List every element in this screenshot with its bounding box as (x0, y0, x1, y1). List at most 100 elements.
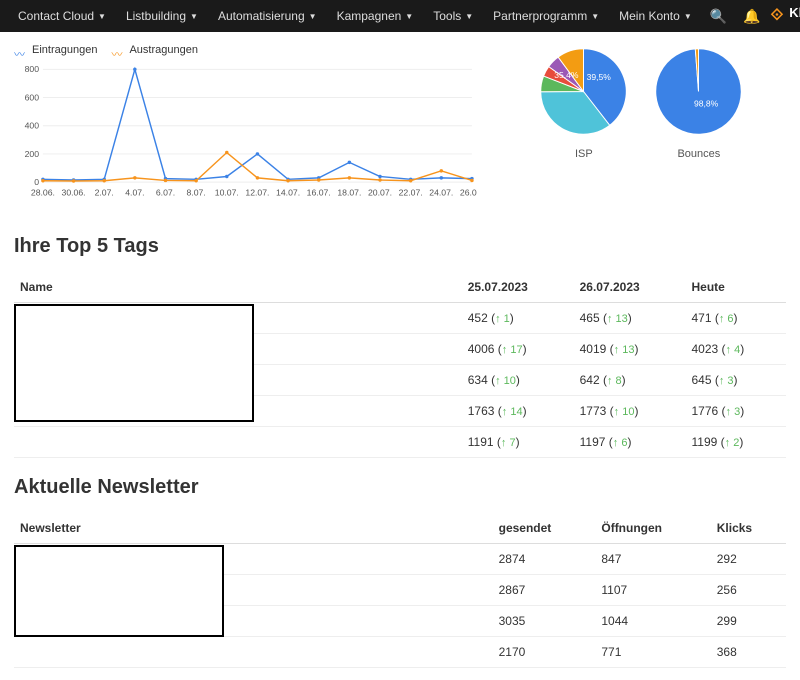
cell-clicks: 292 (711, 544, 786, 575)
table-row[interactable]: 2170771368 (14, 637, 786, 668)
cell-d2: 465 (↑ 13) (574, 303, 686, 334)
redaction-box (14, 304, 254, 422)
line-chart: 0 200 400 600 800 28.06. 30.06. 2.07. 4.07. 6.07.… (14, 62, 477, 202)
cell-opens: 771 (595, 637, 710, 668)
cell-name (14, 637, 493, 668)
pie-isp-label: ISP (536, 148, 631, 160)
th-opens: Öffnungen (595, 513, 710, 544)
nav-listbuilding[interactable]: Listbuilding▼ (118, 9, 206, 23)
svg-text:35,4%: 35,4% (555, 70, 580, 80)
cell-opens: 1044 (595, 606, 710, 637)
brand-sub: Deluxe (789, 19, 800, 27)
line-swatch-icon: 〰 (14, 46, 28, 54)
cell-name (14, 427, 462, 458)
section-title-tags: Ihre Top 5 Tags (14, 235, 786, 258)
chevron-down-icon: ▼ (405, 12, 413, 21)
cell-d1: 1191 (↑ 7) (462, 427, 574, 458)
redaction-box (14, 545, 224, 637)
svg-text:800: 800 (25, 64, 40, 74)
legend-austragungen: 〰Austragungen (111, 44, 198, 56)
cell-sent: 2867 (493, 575, 596, 606)
th-name: Name (14, 272, 462, 303)
th-d2: 26.07.2023 (574, 272, 686, 303)
cell-clicks: 368 (711, 637, 786, 668)
brand-name: KlickTipp (789, 6, 800, 19)
cell-opens: 847 (595, 544, 710, 575)
cell-d2: 1197 (↑ 6) (574, 427, 686, 458)
chevron-down-icon: ▼ (190, 12, 198, 21)
svg-text:98,8%: 98,8% (694, 99, 719, 109)
svg-text:10.07.: 10.07. (215, 188, 239, 198)
nav-tools[interactable]: Tools▼ (425, 9, 481, 23)
cell-d1: 452 (↑ 1) (462, 303, 574, 334)
svg-text:200: 200 (25, 149, 40, 159)
pie-chart-bounces: 98,8% (651, 44, 746, 139)
chevron-down-icon: ▼ (465, 12, 473, 21)
svg-text:28.06.: 28.06. (31, 188, 55, 198)
table-row[interactable]: 1191 (↑ 7)1197 (↑ 6)1199 (↑ 2) (14, 427, 786, 458)
cell-d1: 1763 (↑ 14) (462, 396, 574, 427)
cell-today: 471 (↑ 6) (686, 303, 787, 334)
svg-text:24.07.: 24.07. (429, 188, 453, 198)
line-swatch-icon: 〰 (111, 46, 125, 54)
nav-partnerprogramm[interactable]: Partnerprogramm▼ (485, 9, 607, 23)
nav-automatisierung[interactable]: Automatisierung▼ (210, 9, 325, 23)
cell-today: 4023 (↑ 4) (686, 334, 787, 365)
chevron-down-icon: ▼ (98, 12, 106, 21)
nav-mein-konto[interactable]: Mein Konto▼ (611, 9, 700, 23)
svg-text:8.07.: 8.07. (187, 188, 206, 198)
chevron-down-icon: ▼ (309, 12, 317, 21)
legend-eintragungen: 〰Eintragungen (14, 44, 97, 56)
cell-sent: 2170 (493, 637, 596, 668)
nav-kampagnen[interactable]: Kampagnen▼ (329, 9, 422, 23)
svg-text:12.07.: 12.07. (245, 188, 269, 198)
cell-opens: 1107 (595, 575, 710, 606)
chevron-down-icon: ▼ (591, 12, 599, 21)
pie-isp: 39,5% 35,4% ISP (536, 44, 631, 160)
svg-text:14.07.: 14.07. (276, 188, 300, 198)
brand-logo-icon: ⟐ (771, 7, 784, 25)
cell-sent: 3035 (493, 606, 596, 637)
svg-text:30.06.: 30.06. (62, 188, 86, 198)
cell-d2: 4019 (↑ 13) (574, 334, 686, 365)
pie-bounces: 98,8% Bounces (651, 44, 746, 160)
chevron-down-icon: ▼ (684, 12, 692, 21)
bell-icon[interactable]: 🔔 (743, 8, 760, 25)
th-sent: gesendet (493, 513, 596, 544)
cell-d2: 1773 (↑ 10) (574, 396, 686, 427)
pie-bounces-label: Bounces (651, 148, 746, 160)
th-d1: 25.07.2023 (462, 272, 574, 303)
cell-today: 1199 (↑ 2) (686, 427, 787, 458)
search-icon[interactable]: 🔍 (710, 8, 727, 25)
cell-sent: 2874 (493, 544, 596, 575)
svg-text:16.07.: 16.07. (307, 188, 331, 198)
svg-text:22.07.: 22.07. (399, 188, 423, 198)
cell-today: 645 (↑ 3) (686, 365, 787, 396)
svg-text:26.07.: 26.07. (460, 188, 477, 198)
cell-d2: 642 (↑ 8) (574, 365, 686, 396)
th-newsletter: Newsletter (14, 513, 493, 544)
svg-text:39,5%: 39,5% (587, 72, 612, 82)
cell-d1: 634 (↑ 10) (462, 365, 574, 396)
svg-text:600: 600 (25, 92, 40, 102)
svg-text:18.07.: 18.07. (337, 188, 361, 198)
svg-text:6.07.: 6.07. (156, 188, 175, 198)
nav-items: Contact Cloud▼ Listbuilding▼ Automatisie… (10, 9, 700, 23)
pie-chart-isp: 39,5% 35,4% (536, 44, 631, 139)
brand[interactable]: ⟐ KlickTipp Deluxe (771, 6, 800, 27)
svg-text:2.07.: 2.07. (95, 188, 114, 198)
top-navbar: Contact Cloud▼ Listbuilding▼ Automatisie… (0, 0, 800, 32)
cell-today: 1776 (↑ 3) (686, 396, 787, 427)
section-title-news: Aktuelle Newsletter (14, 476, 786, 499)
svg-text:0: 0 (34, 177, 39, 187)
nav-contact-cloud[interactable]: Contact Cloud▼ (10, 9, 114, 23)
svg-text:4.07.: 4.07. (125, 188, 144, 198)
line-chart-panel: 〰Eintragungen 〰Austragungen 0 200 400 600 80… (14, 44, 477, 205)
svg-text:20.07.: 20.07. (368, 188, 392, 198)
th-today: Heute (686, 272, 787, 303)
cell-clicks: 256 (711, 575, 786, 606)
svg-text:400: 400 (25, 121, 40, 131)
cell-clicks: 299 (711, 606, 786, 637)
cell-d1: 4006 (↑ 17) (462, 334, 574, 365)
th-clicks: Klicks (711, 513, 786, 544)
